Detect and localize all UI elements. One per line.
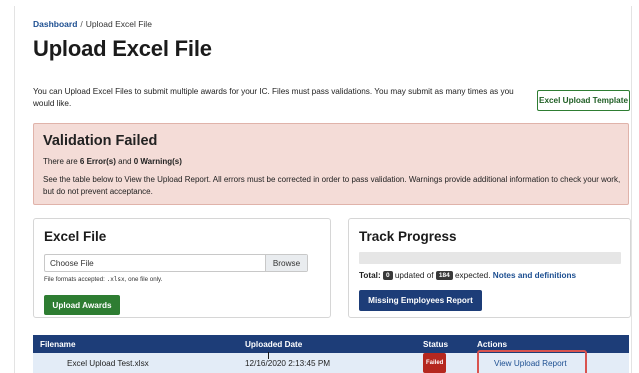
missing-employees-report-button[interactable]: Missing Employees Report (359, 290, 482, 311)
page-frame: Dashboard / Upload Excel File Upload Excel… (14, 6, 632, 373)
view-report-highlight-box (477, 350, 587, 373)
alert-count-mid: and (115, 157, 134, 166)
header-filename: Filename (40, 339, 76, 349)
intro-text: You can Upload Excel Files to submit mul… (33, 87, 514, 108)
status-failed-badge: Failed (423, 353, 447, 373)
excel-upload-template-button[interactable]: Excel Upload Template (537, 90, 630, 111)
row-uploaded-date: 12/16/2020 2:13:45 PM (245, 358, 331, 368)
browse-button[interactable]: Browse (265, 255, 307, 271)
total-label: Total: (359, 271, 381, 280)
page-title: Upload Excel File (33, 36, 212, 61)
alert-count-prefix: There are (43, 157, 80, 166)
progress-stats: Total: 0 updated of 184 expected. Notes … (359, 271, 576, 280)
track-progress-card: Track Progress Total: 0 updated of 184 e… (348, 218, 631, 318)
updated-count-badge: 0 (382, 271, 393, 280)
formats-ext: .xlsx (106, 276, 125, 283)
alert-title: Validation Failed (43, 133, 158, 149)
file-input[interactable]: Choose File Browse (44, 254, 308, 272)
progress-bar (359, 252, 621, 264)
alert-errors: 6 Error(s) (79, 157, 116, 166)
file-input-text[interactable]: Choose File (45, 255, 265, 271)
row-status: Failed (423, 353, 447, 373)
excel-file-title: Excel File (44, 229, 107, 244)
header-uploaded-date: Uploaded Date (245, 339, 303, 349)
alert-body: See the table below to View the Upload R… (43, 175, 621, 196)
formats-prefix: File formats accepted: (44, 276, 107, 283)
header-status: Status (423, 339, 449, 349)
track-progress-title: Track Progress (359, 229, 457, 244)
alert-count: There are 6 Error(s) and 0 Warning(s) (43, 157, 182, 166)
uploads-table: Filename Uploaded Date Status Actions Ex… (33, 335, 629, 373)
excel-file-card: Excel File Choose File Browse File forma… (33, 218, 331, 318)
updated-text: updated of (394, 271, 434, 280)
formats-suffix: , one file only. (124, 276, 163, 283)
expected-text: expected. (455, 271, 491, 280)
row-filename: Excel Upload Test.xlsx (67, 358, 149, 368)
breadcrumb-current: Upload Excel File (85, 19, 152, 29)
alert-warnings: 0 Warning(s) (133, 157, 182, 166)
text-cursor-icon: I (267, 351, 270, 362)
expected-count-badge: 184 (435, 271, 453, 280)
breadcrumb-dashboard-link[interactable]: Dashboard (33, 19, 77, 29)
breadcrumb: Dashboard / Upload Excel File (33, 19, 152, 29)
file-formats-note: File formats accepted: .xlsx, one file o… (44, 276, 162, 283)
notes-definitions-link[interactable]: Notes and definitions (493, 271, 576, 280)
upload-awards-button[interactable]: Upload Awards (44, 295, 120, 315)
validation-alert: Validation Failed There are 6 Error(s) a… (33, 123, 629, 205)
breadcrumb-separator: / (80, 19, 83, 29)
